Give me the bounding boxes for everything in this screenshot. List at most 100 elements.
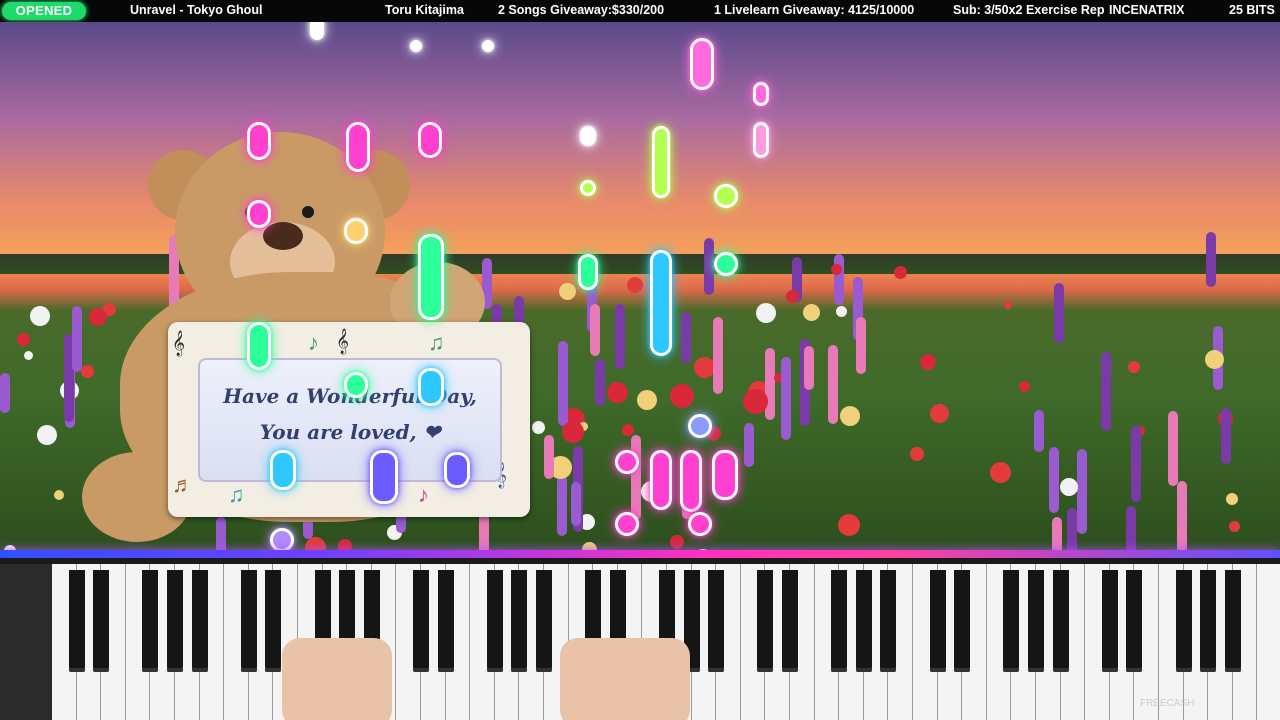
flower — [836, 306, 847, 317]
falling-note — [580, 126, 596, 146]
white-key[interactable] — [1257, 564, 1280, 720]
latest-user-name: INCENATRIX — [1109, 3, 1185, 17]
black-key[interactable] — [437, 570, 454, 672]
black-key[interactable] — [1175, 570, 1192, 672]
stream-status-bar: OPENED Unravel - Tokyo Ghoul Toru Kitaji… — [0, 0, 1280, 22]
flower — [1034, 410, 1044, 452]
falling-note — [690, 38, 714, 90]
falling-note — [247, 122, 271, 160]
flower — [54, 490, 64, 500]
flower — [1049, 447, 1059, 513]
livelearn-giveaway-counter: 1 Livelearn Giveaway: 4125/10000 — [714, 3, 915, 17]
flower — [1168, 411, 1178, 486]
black-key[interactable] — [142, 570, 159, 672]
songs-giveaway-counter: 2 Songs Giveaway:$330/200 — [498, 3, 665, 17]
black-key[interactable] — [1003, 570, 1020, 672]
falling-note — [370, 450, 398, 504]
black-key[interactable] — [1028, 570, 1044, 672]
flower — [1101, 352, 1111, 431]
flower — [894, 266, 907, 279]
right-hand — [560, 638, 690, 720]
flower — [1054, 283, 1064, 343]
black-key[interactable] — [68, 570, 85, 672]
black-key[interactable] — [831, 570, 848, 672]
sub-goal-counter: Sub: 3/50x2 Exercise Rep — [953, 3, 1105, 17]
flower — [831, 264, 842, 275]
black-key[interactable] — [1224, 570, 1241, 672]
song-title: Unravel - Tokyo Ghoul — [130, 3, 263, 17]
falling-note — [270, 528, 294, 552]
flower — [544, 435, 554, 479]
flower — [72, 306, 82, 372]
black-key[interactable] — [191, 570, 208, 672]
flower — [990, 462, 1011, 483]
black-key[interactable] — [486, 570, 503, 672]
falling-note — [346, 122, 370, 172]
black-key[interactable] — [1052, 570, 1069, 672]
falling-note — [712, 450, 738, 500]
black-key[interactable] — [536, 570, 552, 672]
flower — [607, 382, 628, 403]
black-key[interactable] — [93, 570, 110, 672]
falling-note — [482, 40, 494, 52]
black-key[interactable] — [757, 570, 774, 672]
treble-clef-icon: 𝄞 — [336, 328, 350, 353]
falling-note — [344, 372, 368, 398]
flower — [930, 404, 949, 423]
black-key[interactable] — [240, 570, 257, 672]
black-key[interactable] — [708, 570, 725, 672]
black-key[interactable] — [1101, 570, 1118, 672]
falling-note — [418, 122, 442, 158]
flower — [910, 447, 924, 461]
flower — [1128, 361, 1140, 373]
piano-cheek-block — [0, 564, 52, 720]
piano-keyboard: FREECASH — [0, 558, 1280, 720]
falling-note — [418, 368, 444, 406]
black-key[interactable] — [782, 570, 798, 672]
music-note-icon: ♪ — [308, 330, 319, 355]
flower — [803, 304, 820, 321]
flower — [24, 351, 33, 360]
black-key[interactable] — [265, 570, 282, 672]
falling-note — [688, 512, 712, 536]
flower — [743, 389, 768, 414]
flower — [681, 312, 691, 363]
flower — [1126, 506, 1136, 556]
flower — [1229, 521, 1240, 532]
flower — [1004, 301, 1012, 309]
left-hand — [282, 638, 392, 720]
flower — [615, 304, 625, 369]
flower — [694, 357, 715, 378]
flower — [622, 424, 634, 436]
falling-note — [580, 180, 596, 196]
flower — [765, 348, 775, 420]
flower — [1221, 408, 1231, 464]
flower — [834, 254, 844, 305]
black-key[interactable] — [954, 570, 971, 672]
flower — [856, 317, 866, 374]
flower — [627, 277, 643, 293]
falling-note — [444, 452, 470, 488]
falling-note — [578, 254, 598, 290]
black-key[interactable] — [880, 570, 897, 672]
flower — [781, 357, 791, 440]
black-key[interactable] — [167, 570, 183, 672]
music-note-icon: ♫ — [428, 330, 445, 355]
falling-note — [418, 234, 444, 320]
black-key[interactable] — [855, 570, 872, 672]
falling-note — [680, 450, 702, 512]
flower — [81, 365, 94, 378]
treble-clef-icon: 𝄞 — [172, 330, 186, 355]
sign-message-line2: You are loved, ❤ — [259, 420, 441, 444]
flower — [89, 308, 107, 326]
black-key[interactable] — [511, 570, 528, 672]
violin-icon: ♬ — [172, 472, 194, 497]
bear-right-eye — [302, 206, 314, 218]
black-key[interactable] — [413, 570, 429, 672]
black-key[interactable] — [1126, 570, 1143, 672]
black-key[interactable] — [929, 570, 946, 672]
black-key[interactable] — [1200, 570, 1217, 672]
flower — [704, 238, 714, 295]
falling-note — [714, 252, 738, 276]
flower — [1131, 426, 1141, 502]
